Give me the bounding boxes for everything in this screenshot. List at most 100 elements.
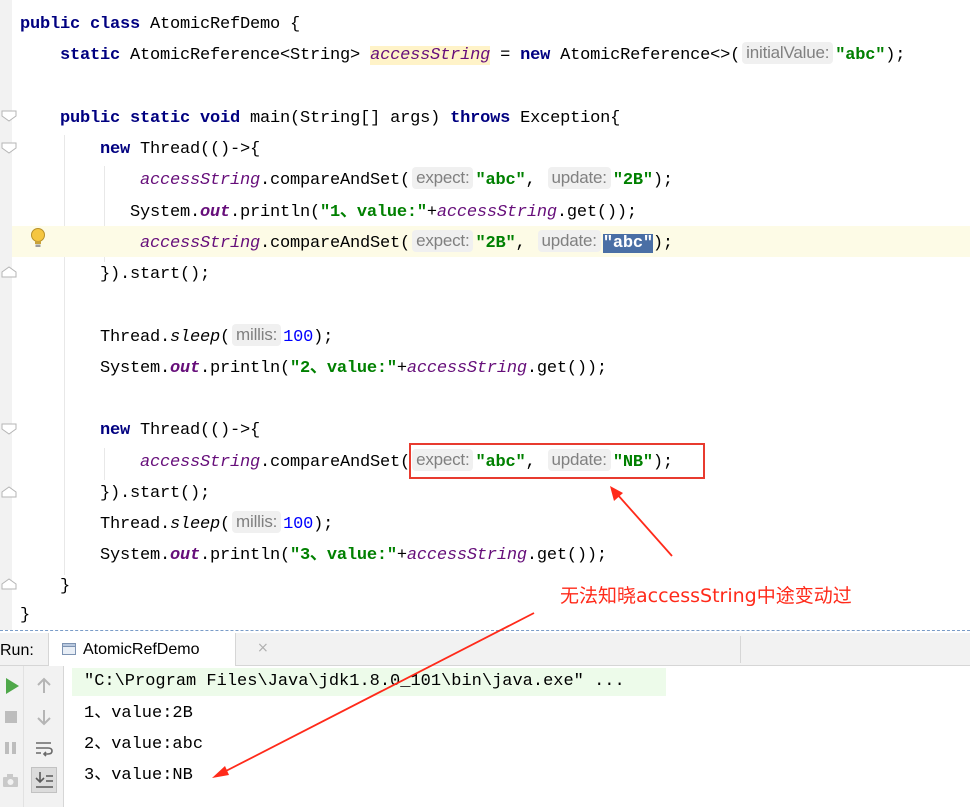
code-token: .println( (200, 546, 291, 565)
lightbulb-icon[interactable] (29, 227, 47, 249)
pause-icon[interactable] (1, 737, 23, 759)
code-line: } (60, 571, 70, 602)
divider (740, 636, 741, 663)
field-access-string: accessString (140, 234, 261, 253)
panel-divider[interactable] (0, 630, 970, 631)
code-token: }).start(); (100, 265, 211, 284)
indent-guide (104, 448, 105, 480)
run-panel: Run: AtomicRefDemo × "C:\Program Files\J… (0, 630, 970, 807)
indent-guide (64, 135, 65, 575)
code-token: , (515, 234, 536, 253)
fold-marker-icon[interactable] (1, 423, 17, 435)
code-line: Thread.sleep(millis: 100); (100, 509, 333, 540)
code-token: public class (20, 15, 151, 34)
code-token: Thread(()->{ (140, 140, 261, 159)
scroll-to-end-icon[interactable] (31, 767, 57, 793)
code-token: AtomicReference<String> (130, 46, 371, 65)
code-token: + (426, 203, 437, 222)
soft-wrap-icon[interactable] (33, 737, 55, 759)
code-token: ( (220, 515, 231, 534)
string-literal: "2B" (612, 171, 653, 190)
code-line: }).start(); (100, 259, 210, 290)
fold-end-icon[interactable] (1, 578, 17, 590)
run-tab-bar: Run: AtomicRefDemo × (0, 633, 970, 666)
string-literal: "abc" (835, 46, 886, 65)
number-literal: 100 (283, 328, 314, 347)
stop-icon[interactable] (1, 706, 23, 728)
code-editor[interactable]: public class AtomicRefDemo { static Atom… (0, 0, 970, 630)
highlight-box (409, 443, 705, 479)
code-token: new (520, 46, 561, 65)
console-output-line: 3、value:NB (84, 766, 193, 785)
parameter-hint: millis: (232, 324, 282, 346)
parameter-hint: update: (537, 230, 601, 252)
code-token: }).start(); (100, 484, 211, 503)
string-literal: "2、value:" (290, 359, 397, 378)
code-line: public static void main(String[] args) t… (60, 103, 620, 134)
code-line: public class AtomicRefDemo { (20, 9, 300, 40)
run-icon[interactable] (1, 675, 23, 697)
code-line: accessString.compareAndSet(expect: "abc",… (140, 165, 673, 196)
console-output-line: 2、value:abc (84, 735, 204, 754)
field-access-string: accessString (436, 203, 557, 222)
string-literal: "1、value:" (320, 203, 427, 222)
annotation-text: 无法知晓accessString中途变动过 (560, 585, 852, 607)
code-token: AtomicReference<>( (560, 46, 741, 65)
string-literal: "2B" (475, 234, 516, 253)
code-line: System.out.println("2、value:"+accessStri… (100, 353, 607, 384)
arrow-up-icon[interactable] (33, 675, 55, 697)
fold-end-icon[interactable] (1, 486, 17, 498)
code-token: Thread. (100, 328, 171, 347)
code-token: + (396, 546, 407, 565)
run-label: Run: (0, 642, 34, 659)
number-literal: 100 (283, 515, 314, 534)
code-token: ); (652, 171, 673, 190)
field-access-string[interactable]: accessString (370, 46, 490, 65)
code-token: AtomicRefDemo { (150, 15, 301, 34)
code-token: = (490, 46, 521, 65)
close-icon[interactable]: × (257, 640, 269, 656)
code-token: .compareAndSet( (260, 234, 411, 253)
code-token: ); (313, 328, 334, 347)
code-token: new (100, 140, 141, 159)
code-token: .get()); (526, 546, 607, 565)
fold-marker-icon[interactable] (1, 110, 17, 122)
code-token: } (60, 577, 71, 596)
selected-string-literal[interactable]: "abc" (602, 234, 653, 253)
tab-atomicrefdemo[interactable]: AtomicRefDemo × (48, 633, 269, 666)
code-token: System. (100, 546, 171, 565)
arrow-down-icon[interactable] (33, 706, 55, 728)
code-token: ( (220, 328, 231, 347)
console-output-line: "C:\Program Files\Java\jdk1.8.0_101\bin\… (84, 672, 625, 691)
code-token: ); (313, 515, 334, 534)
console-output-line: 1、value:2B (84, 704, 193, 723)
static-field-out: out (170, 359, 201, 378)
field-access-string: accessString (140, 453, 261, 472)
code-line: } (20, 600, 30, 630)
code-token: .get()); (556, 203, 637, 222)
code-token: .compareAndSet( (260, 171, 411, 190)
code-token: .get()); (526, 359, 607, 378)
code-token: } (20, 606, 31, 625)
code-token: ); (652, 234, 673, 253)
field-access-string: accessString (406, 359, 527, 378)
code-token: , (525, 171, 546, 190)
code-token: public static void (60, 109, 251, 128)
fold-marker-icon[interactable] (1, 142, 17, 154)
code-token: System. (130, 203, 201, 222)
parameter-hint: millis: (232, 511, 282, 533)
parameter-hint: expect: (412, 167, 474, 189)
code-line: System.out.println("3、value:"+accessStri… (100, 540, 607, 571)
camera-icon[interactable] (1, 769, 23, 791)
code-line: new Thread(()->{ (100, 134, 260, 165)
parameter-hint: initialValue: (742, 42, 834, 64)
method-sleep: sleep (170, 515, 221, 534)
output-toolbar (24, 666, 64, 807)
fold-end-icon[interactable] (1, 266, 17, 278)
code-line: accessString.compareAndSet(expect: "2B", … (140, 228, 673, 259)
code-token: .println( (230, 203, 321, 222)
method-sleep: sleep (170, 328, 221, 347)
code-token: throws (450, 109, 521, 128)
code-line: Thread.sleep(millis: 100); (100, 322, 333, 353)
code-token: main(String[] args) (250, 109, 451, 128)
